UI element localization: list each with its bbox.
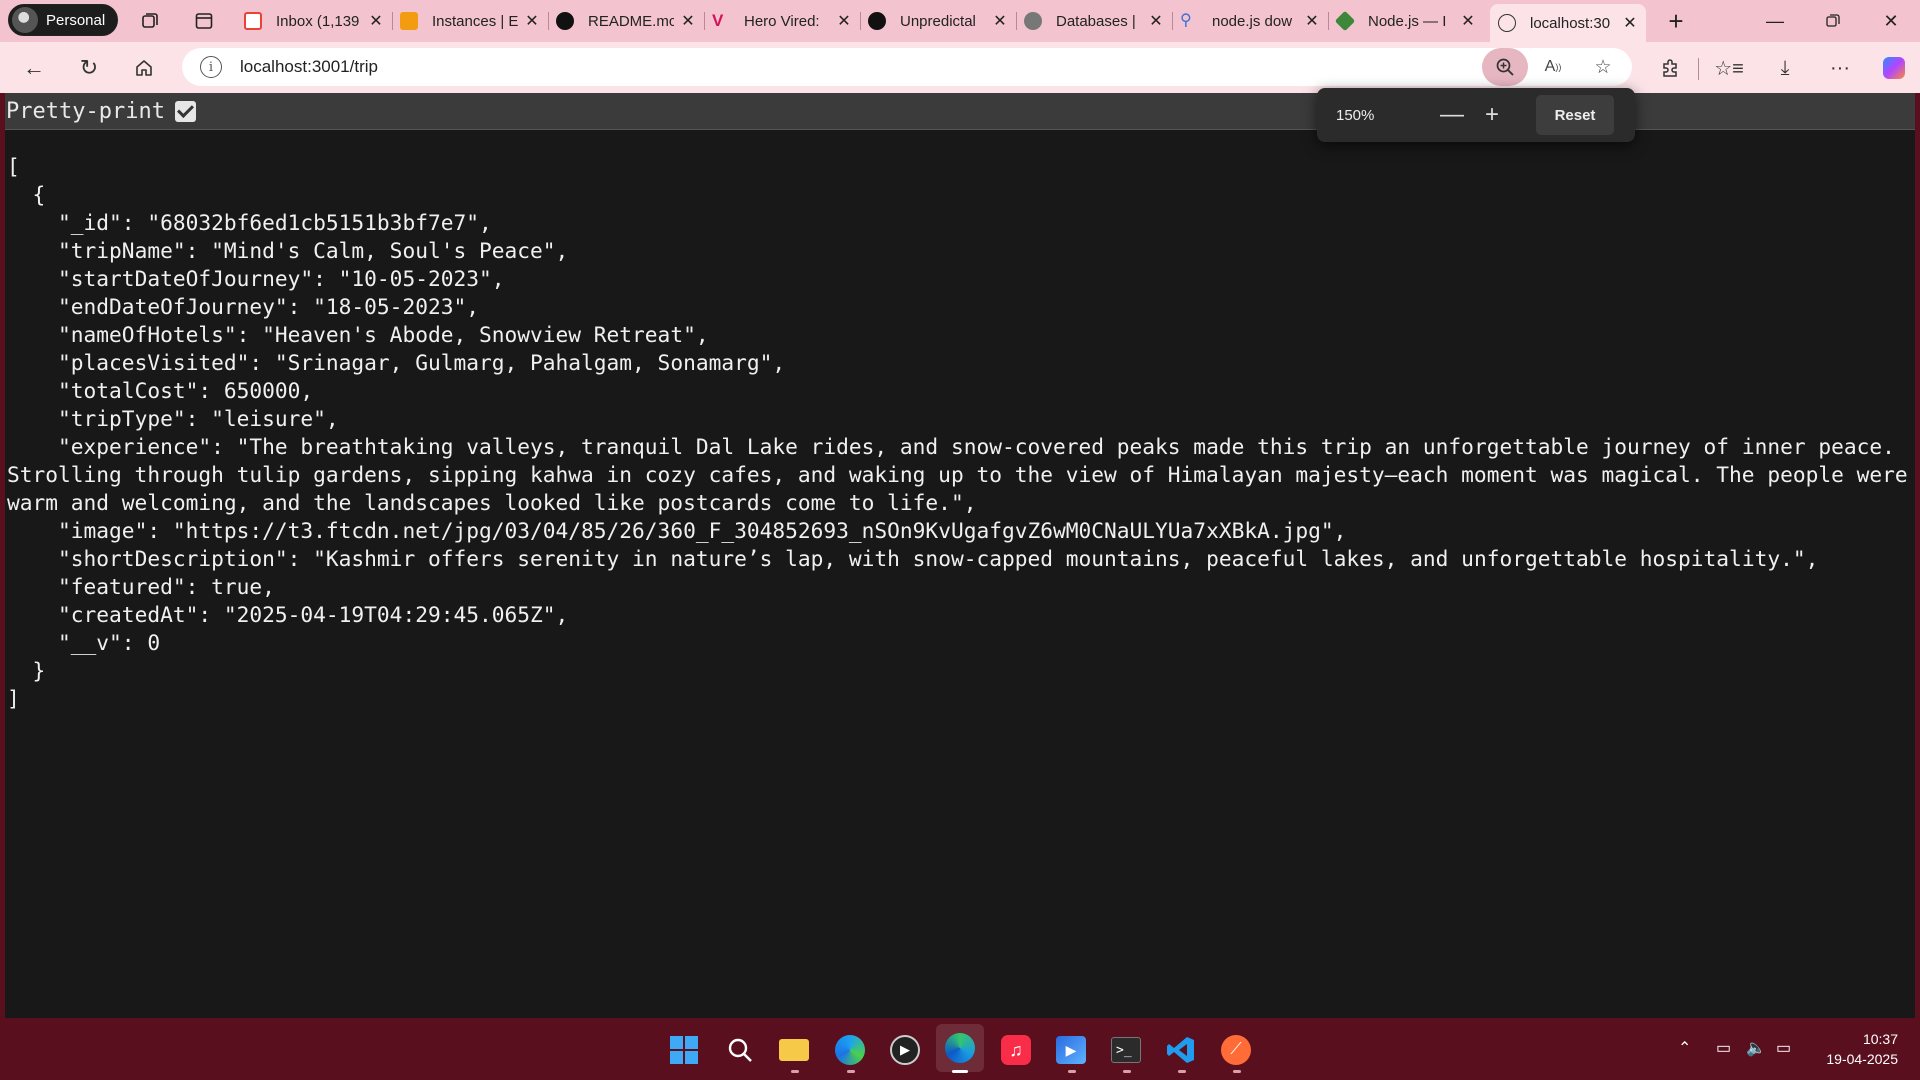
clock-time: 10:37 — [1862, 1031, 1898, 1047]
tab-unpredictable[interactable]: Unpredictal ✕ — [860, 4, 1016, 38]
close-icon[interactable]: ✕ — [1304, 11, 1320, 31]
tab-title: Inbox (1,139 — [276, 12, 360, 30]
aws-icon — [400, 12, 418, 30]
json-viewer: [ { "_id": "68032bf6ed1cb5151b3bf7e7", "… — [7, 154, 1908, 711]
clipchamp-icon[interactable]: ▶ — [1055, 1034, 1087, 1066]
volume-icon[interactable]: 🔈 — [1746, 1038, 1766, 1058]
downloads-icon[interactable]: ⤓ — [1771, 54, 1799, 82]
tab-readme[interactable]: README.mc ✕ — [548, 4, 704, 38]
battery-icon[interactable]: ▭ — [1776, 1038, 1791, 1058]
show-hidden-icons-icon[interactable]: ⌃ — [1678, 1038, 1691, 1058]
more-options-icon[interactable]: ··· — [1826, 54, 1854, 82]
globe-icon — [1498, 14, 1516, 32]
extensions-icon[interactable] — [1656, 54, 1684, 82]
address-bar[interactable]: i localhost:3001/trip A)) ☆ — [182, 48, 1632, 86]
search-icon: ⚲ — [1180, 12, 1192, 29]
zoom-level: 150% — [1336, 106, 1375, 124]
profile-label: Personal — [46, 11, 106, 29]
tab-title: Hero Vired: — [744, 12, 820, 30]
zoom-in-icon[interactable]: + — [1474, 97, 1510, 133]
tab-title: Node.js — I — [1368, 12, 1447, 30]
tab-inbox[interactable]: Inbox (1,139 ✕ — [236, 4, 392, 38]
zoom-popup: 150% — + Reset — [1317, 88, 1635, 142]
zoom-reset-button[interactable]: Reset — [1536, 95, 1614, 135]
active-indicator — [952, 1070, 968, 1073]
minimize-icon[interactable]: — — [1760, 8, 1790, 34]
close-icon[interactable]: ✕ — [836, 11, 852, 31]
network-icon[interactable]: ▭ — [1716, 1038, 1731, 1058]
tab-title: localhost:30 — [1530, 14, 1611, 32]
search-icon[interactable] — [724, 1034, 756, 1066]
new-tab-icon[interactable]: + — [1664, 6, 1688, 36]
close-icon[interactable]: ✕ — [680, 11, 696, 31]
close-icon[interactable]: ✕ — [992, 11, 1008, 31]
terminal-icon[interactable]: >_ — [1110, 1034, 1142, 1066]
edge-dev-icon[interactable] — [834, 1034, 866, 1066]
pretty-print-label: Pretty-print — [6, 98, 165, 124]
site-info-icon[interactable]: i — [200, 56, 222, 78]
home-icon[interactable] — [128, 52, 160, 84]
url-text[interactable]: localhost:3001/trip — [240, 57, 378, 77]
github-icon — [556, 12, 574, 30]
close-icon[interactable]: ✕ — [524, 11, 540, 31]
postman-icon[interactable]: ⟋ — [1220, 1034, 1252, 1066]
tab-title: Unpredictal — [900, 12, 976, 30]
tab-hero-vired[interactable]: V Hero Vired: ✕ — [704, 4, 860, 38]
clock[interactable]: 10:37 19-04-2025 — [1826, 1029, 1898, 1069]
pretty-print-checkbox[interactable] — [174, 100, 196, 122]
avatar — [12, 7, 38, 33]
running-indicator — [1123, 1070, 1131, 1073]
edge-icon[interactable] — [936, 1024, 984, 1072]
nodejs-icon — [1334, 10, 1356, 32]
mongodb-icon — [1024, 12, 1042, 30]
vscode-icon[interactable] — [1165, 1034, 1197, 1066]
profile-button[interactable]: Personal — [8, 4, 118, 36]
running-indicator — [791, 1070, 799, 1073]
github-icon — [868, 12, 886, 30]
favorite-star-icon[interactable]: ☆ — [1584, 48, 1622, 86]
close-icon[interactable]: ✕ — [1622, 13, 1638, 33]
tab-title: Databases | — [1056, 12, 1136, 30]
running-indicator — [1233, 1070, 1241, 1073]
tab-localhost[interactable]: localhost:30 ✕ — [1490, 4, 1646, 42]
restore-icon[interactable] — [1818, 8, 1848, 34]
running-indicator — [1178, 1070, 1186, 1073]
read-aloud-icon[interactable]: A)) — [1534, 48, 1572, 86]
close-icon[interactable]: ✕ — [368, 11, 384, 31]
toolbar: ← ↻ i localhost:3001/trip A)) ☆ ☆≡ ⤓ ··· — [0, 42, 1920, 93]
toolbar-divider — [1698, 58, 1699, 80]
file-explorer-icon[interactable] — [778, 1034, 810, 1066]
clock-date: 19-04-2025 — [1826, 1051, 1898, 1067]
music-icon[interactable]: ♫ — [1000, 1034, 1032, 1066]
taskbar: ▶ ♫ ▶ >_ ⟋ ⌃ ▭ 🔈 ▭ 10:37 19-04-2025 — [0, 1018, 1920, 1080]
close-window-icon[interactable]: ✕ — [1876, 8, 1906, 34]
close-icon[interactable]: ✕ — [1148, 11, 1164, 31]
tab-title: README.mc — [588, 12, 674, 30]
page-content: Pretty-print [ { "_id": "68032bf6ed1cb51… — [5, 93, 1915, 1018]
workspaces-icon[interactable] — [138, 9, 162, 33]
running-indicator — [1068, 1070, 1076, 1073]
refresh-icon[interactable]: ↻ — [73, 52, 105, 84]
tab-databases[interactable]: Databases | ✕ — [1016, 4, 1172, 38]
gmail-icon — [244, 12, 262, 30]
tab-instances[interactable]: Instances | E ✕ — [392, 4, 548, 38]
tab-nodejs-download[interactable]: ⚲ node.js dow ✕ — [1172, 4, 1328, 38]
tab-title: node.js dow — [1212, 12, 1293, 30]
back-icon[interactable]: ← — [18, 52, 50, 84]
tab-strip: Personal Inbox (1,139 ✕ Instances | E ✕ … — [0, 0, 1920, 42]
copilot-icon[interactable] — [1880, 54, 1908, 82]
tab-nodejs[interactable]: Node.js — I ✕ — [1328, 4, 1484, 38]
browser-chrome: Personal Inbox (1,139 ✕ Instances | E ✕ … — [0, 0, 1920, 93]
vertical-tabs-icon[interactable] — [192, 9, 216, 33]
windows-start-icon[interactable] — [668, 1034, 700, 1066]
favorites-icon[interactable]: ☆≡ — [1714, 54, 1744, 82]
media-player-icon[interactable]: ▶ — [889, 1034, 921, 1066]
zoom-out-icon[interactable]: — — [1434, 97, 1470, 133]
zoom-icon[interactable] — [1482, 48, 1528, 86]
close-icon[interactable]: ✕ — [1460, 11, 1476, 31]
tab-title: Instances | E — [432, 12, 518, 30]
running-indicator — [847, 1070, 855, 1073]
herovired-icon: V — [712, 11, 724, 30]
